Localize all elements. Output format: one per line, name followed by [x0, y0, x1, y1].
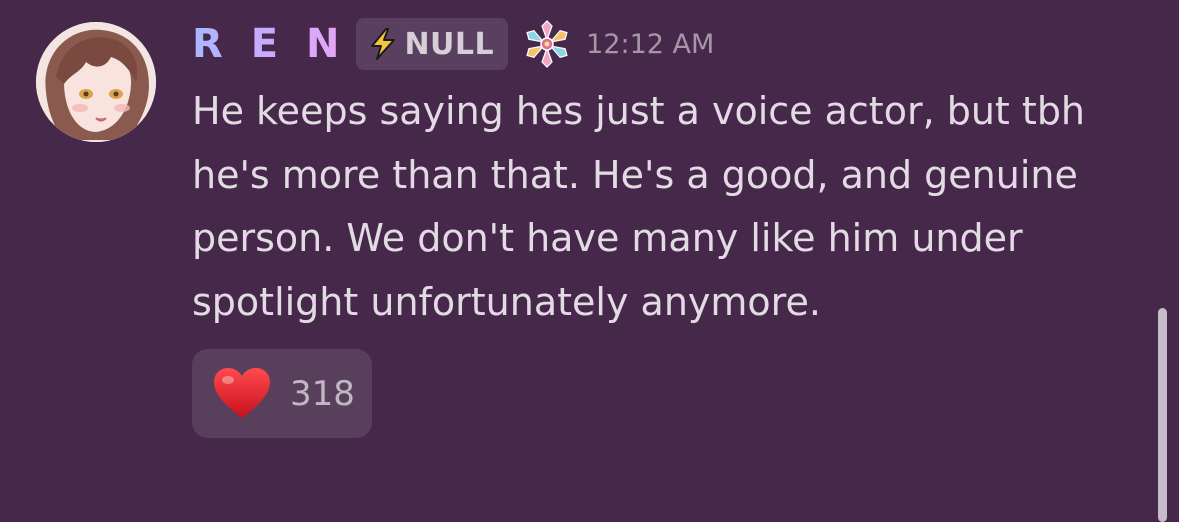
server-tag[interactable]: NULL — [356, 18, 509, 70]
message-timestamp: 12:12 AM — [586, 28, 715, 60]
red-heart-icon — [214, 367, 270, 418]
message-header: R E N NULL 12:12 AM — [192, 16, 714, 72]
server-tag-label: NULL — [404, 26, 495, 62]
message-line: spotlight unfortunately anymore. — [192, 279, 821, 324]
reaction-button[interactable]: 318 — [192, 349, 372, 438]
message-line: person. We don't have many like him unde… — [192, 216, 1023, 260]
message-line: He keeps saying hes just a voice actor, … — [192, 89, 1086, 133]
scrollbar[interactable] — [1158, 308, 1167, 522]
chat-message: R E N NULL 12:12 AM He keeps saying hes … — [0, 0, 1179, 522]
crystal-flower-icon[interactable] — [522, 19, 572, 69]
user-avatar[interactable] — [36, 22, 156, 142]
message-content: He keeps saying hes just a voice actor, … — [192, 80, 1152, 334]
anime-avatar-icon — [36, 22, 156, 142]
username[interactable]: R E N — [192, 16, 346, 72]
lightning-bolt-icon — [371, 28, 396, 60]
message-line: he's more than that. He's a good, and ge… — [192, 152, 1078, 197]
reaction-count: 318 — [290, 373, 355, 414]
